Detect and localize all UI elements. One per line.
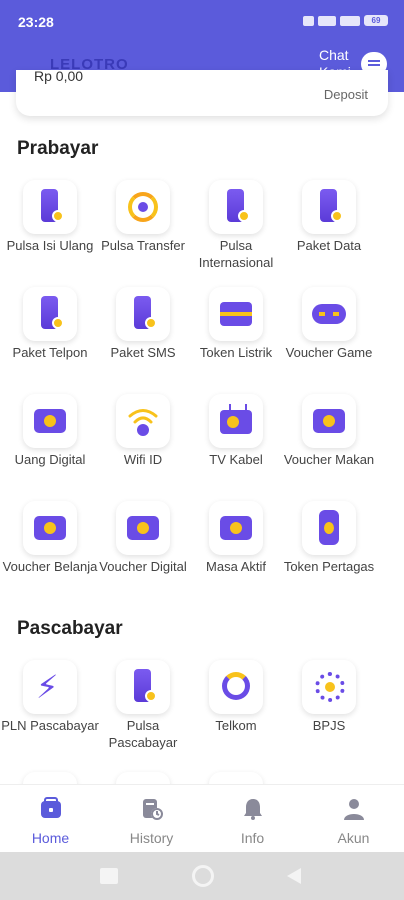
wifi-icon xyxy=(116,394,170,448)
section-title-pascabayar: Pascabayar xyxy=(17,618,123,639)
tile-label: Paket SMS xyxy=(110,345,176,360)
recents-icon[interactable] xyxy=(100,868,118,884)
nav-history[interactable]: History xyxy=(101,797,202,846)
sim-icon xyxy=(303,15,314,26)
tap-icon xyxy=(23,772,77,784)
tile-label: BPJS xyxy=(312,718,346,733)
nav-label: History xyxy=(129,830,174,846)
tile-label: Voucher Game xyxy=(285,345,373,360)
tile-label: Token Listrik xyxy=(199,345,273,360)
tile-label: Paket Telpon xyxy=(12,345,88,360)
battery-icon: 69 xyxy=(364,15,388,26)
tile-label: Pulsa Transfer xyxy=(101,238,185,253)
tile-label: Pulsa Isi Ulang xyxy=(6,238,94,253)
status-time: 23:28 xyxy=(18,14,54,30)
nav-label: Home xyxy=(31,830,70,846)
tile-label: Token Pertagas xyxy=(283,559,375,574)
wifi-status-icon xyxy=(340,15,360,26)
home-system-icon[interactable] xyxy=(192,865,214,887)
nav-label: Info xyxy=(240,830,265,846)
phone-icon xyxy=(116,660,170,714)
tv-icon xyxy=(209,394,263,448)
phone-icon xyxy=(23,287,77,341)
battery-level: 69 xyxy=(371,16,381,25)
tile-label: Pulsa Pascabayar xyxy=(108,718,178,750)
tile-label: Wifi ID xyxy=(123,452,163,467)
gas-icon xyxy=(116,772,170,784)
wallet-icon xyxy=(302,394,356,448)
tile-label: PLN Pascabayar xyxy=(1,718,99,733)
bpjs-icon xyxy=(302,660,356,714)
phone-icon xyxy=(116,287,170,341)
transfer-icon xyxy=(116,180,170,234)
tile-label: Paket Data xyxy=(296,238,362,253)
tile-label: Voucher Digital xyxy=(99,559,187,574)
android-nav-bar xyxy=(0,852,404,900)
gamepad-icon xyxy=(302,287,356,341)
status-bar: 23:28 69 xyxy=(0,0,404,40)
tv-icon xyxy=(209,772,263,784)
tile-label: Telkom xyxy=(215,718,257,733)
phone-icon xyxy=(209,180,263,234)
wallet-icon xyxy=(116,501,170,555)
balance-amount: Rp 0,00 xyxy=(34,68,84,84)
back-icon[interactable] xyxy=(286,867,302,885)
wallet-icon xyxy=(209,501,263,555)
deposit-button[interactable]: Deposit xyxy=(324,87,368,102)
nav-akun[interactable]: Akun xyxy=(303,797,404,846)
gas-icon xyxy=(302,501,356,555)
user-icon xyxy=(343,799,364,820)
phone-icon xyxy=(302,180,356,234)
home-icon xyxy=(40,797,61,818)
tile-label: Uang Digital xyxy=(14,452,86,467)
balance-card: Rp 0,00 Deposit xyxy=(16,68,388,116)
tile-label: Pulsa Internasional xyxy=(198,238,274,270)
token-card-icon xyxy=(209,287,263,341)
bolt-icon: ⚡ xyxy=(23,660,77,714)
bell-icon xyxy=(243,799,262,820)
nav-info[interactable]: Info xyxy=(202,797,303,846)
nav-home[interactable]: Home xyxy=(0,797,101,846)
telkom-icon xyxy=(209,660,263,714)
tile-label: Voucher Belanja xyxy=(2,559,98,574)
bottom-nav: Home History Info Akun xyxy=(0,784,404,852)
status-icons: 69 xyxy=(303,15,388,26)
phone-icon xyxy=(23,180,77,234)
signal-icon xyxy=(318,15,336,26)
wallet-icon xyxy=(23,501,77,555)
section-title-prabayar: Prabayar xyxy=(17,138,99,159)
nav-label: Akun xyxy=(337,830,370,846)
tile-label: Masa Aktif xyxy=(206,559,266,574)
tile-label: Voucher Makan xyxy=(283,452,375,467)
history-icon xyxy=(142,799,163,820)
tile-label: TV Kabel xyxy=(209,452,263,467)
main-content[interactable]: Prabayar Pulsa Isi Ulang Pulsa Transfer … xyxy=(0,116,404,784)
wallet-icon xyxy=(23,394,77,448)
